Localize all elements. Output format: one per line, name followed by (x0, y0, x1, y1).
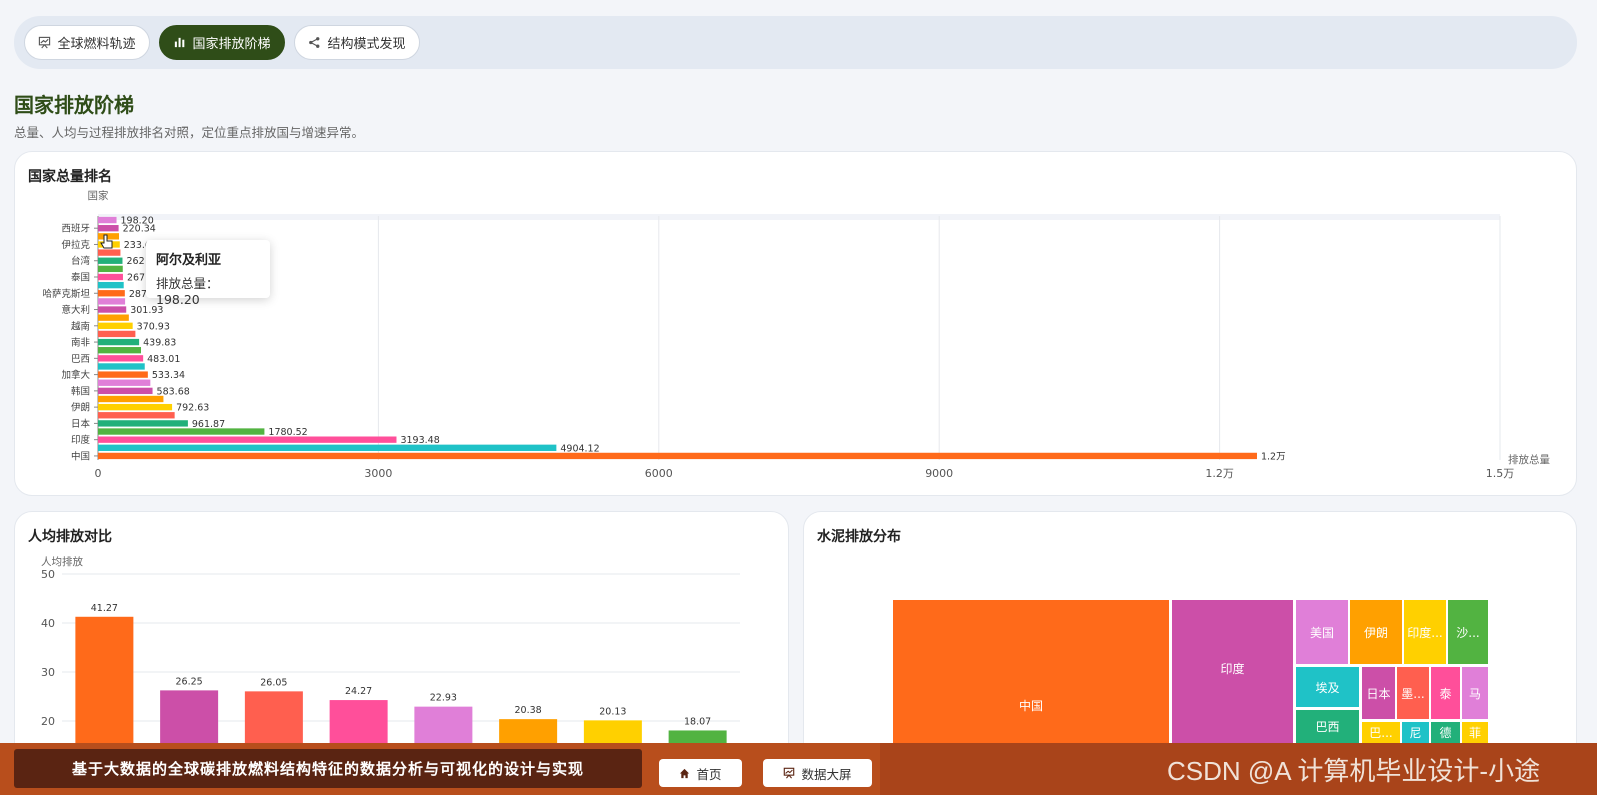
per-capita-bar (329, 700, 388, 743)
y-tick-label: 50 (41, 568, 55, 581)
per-capita-bar (499, 719, 558, 743)
cement-card: 水泥排放分布 (803, 511, 1577, 771)
home-label: 首页 (696, 766, 722, 782)
home-button[interactable]: 首页 (659, 759, 742, 787)
big-screen-label: 数据大屏 (801, 766, 852, 782)
watermark: CSDN @A 计算机毕业设计-小途 (1167, 756, 1541, 786)
per-capita-bar (668, 730, 727, 743)
y-tick-label: 30 (41, 666, 55, 679)
bar-value-label: 41.27 (91, 603, 118, 614)
bar-value-label: 18.07 (684, 716, 711, 727)
y-tick-label: 20 (41, 715, 55, 728)
bar-value-label: 20.38 (515, 705, 542, 716)
footer-title: 基于大数据的全球碳排放燃料结构特征的数据分析与可视化的设计与实现 (14, 749, 642, 788)
card-title: 水泥排放分布 (817, 529, 901, 545)
bar-value-label: 26.25 (176, 676, 203, 687)
per-capita-bar (160, 690, 219, 743)
per-capita-bar (414, 706, 473, 743)
y-axis-label: 人均排放 (41, 555, 83, 568)
bar-value-label: 24.27 (345, 686, 372, 697)
per-capita-bar (244, 691, 303, 743)
bar-value-label: 22.93 (430, 693, 457, 704)
big-screen-button[interactable]: 数据大屏 (763, 759, 872, 787)
monitor-icon (784, 767, 795, 779)
per-capita-bar (75, 616, 134, 743)
footer-bar: 基于大数据的全球碳排放燃料结构特征的数据分析与可视化的设计与实现 首页 数据大屏… (0, 743, 1597, 795)
bar-value-label: 20.13 (599, 706, 626, 717)
per-capita-bar (583, 720, 642, 743)
y-tick-label: 40 (41, 617, 55, 630)
bar-value-label: 26.05 (260, 677, 287, 688)
home-icon (680, 768, 690, 778)
